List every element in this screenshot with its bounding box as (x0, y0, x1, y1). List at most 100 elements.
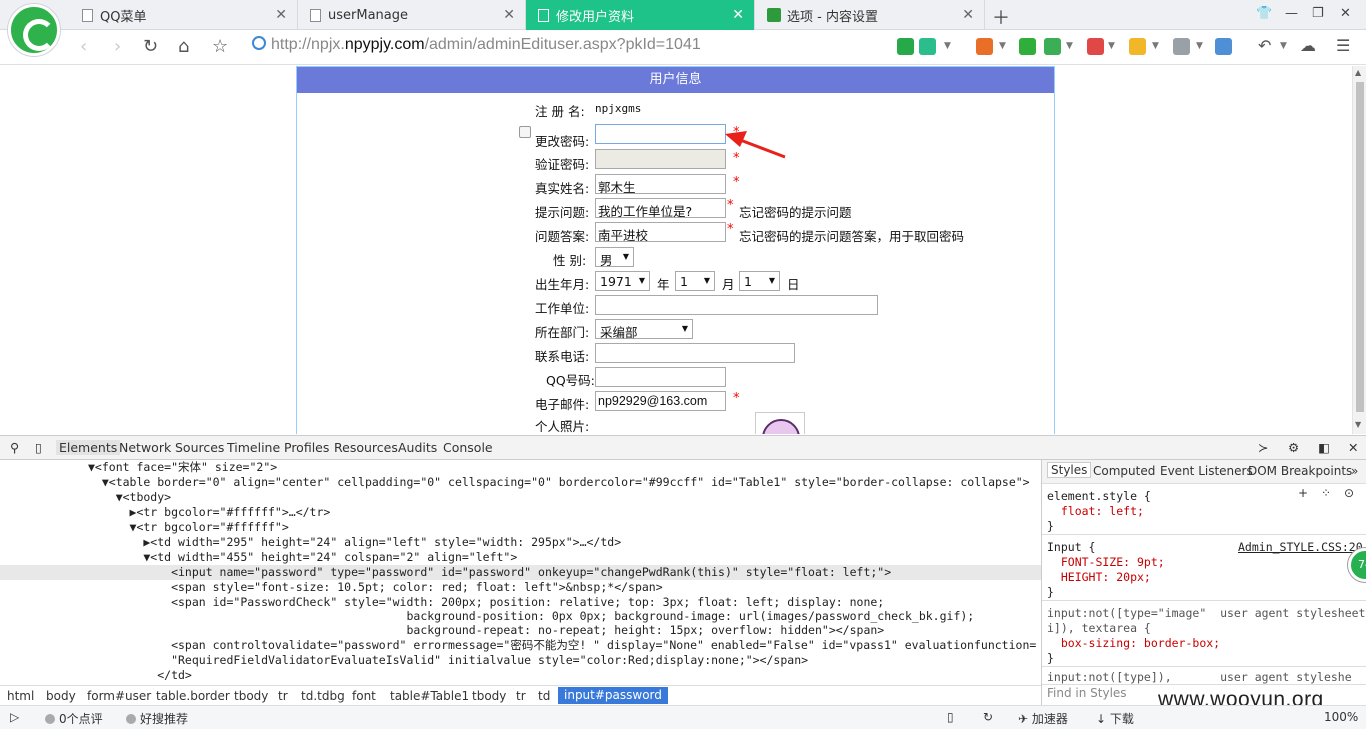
dom-line[interactable]: ▼<tr bgcolor="#ffffff"> (0, 520, 1041, 535)
chevron-down-icon[interactable]: ▼ (1108, 41, 1115, 51)
dom-line[interactable]: ▼<td width="455" height="24" colspan="2"… (0, 550, 1041, 565)
chevron-down-icon[interactable]: ▼ (1196, 41, 1203, 51)
app-grid-icon[interactable] (976, 38, 993, 55)
question-input[interactable]: 我的工作单位是? (595, 198, 726, 218)
search-icon[interactable] (1215, 38, 1232, 55)
address-bar[interactable]: http://npjx.npypjy.com/admin/adminEditus… (252, 36, 701, 54)
gender-select[interactable]: 男 (595, 247, 634, 268)
more-tabs-icon[interactable]: » (1351, 464, 1358, 478)
tab-styles[interactable]: Styles (1047, 462, 1092, 478)
crumb-item[interactable]: td (538, 689, 550, 703)
tab-console[interactable]: Console (443, 440, 493, 455)
scroll-down-icon[interactable]: ▼ (1355, 420, 1361, 429)
dom-line[interactable]: <span controltovalidate="password" error… (0, 638, 1041, 653)
download-button[interactable]: ↓ 下载 (1096, 710, 1134, 727)
crumb-item[interactable]: tr (516, 689, 526, 703)
device-mode-icon[interactable]: ▯ (35, 440, 42, 455)
gamepad-icon[interactable] (1173, 38, 1190, 55)
crumb-item-selected[interactable]: input#password (558, 687, 668, 704)
zoom-level[interactable]: 100% (1324, 710, 1358, 724)
tab-event-listeners[interactable]: Event Listeners (1160, 464, 1253, 478)
browser-logo-icon[interactable] (8, 4, 60, 56)
birth-day-select[interactable]: 1 (739, 271, 780, 291)
shirt-icon[interactable]: 👕 (1256, 6, 1272, 21)
tab-timeline[interactable]: Timeline (227, 440, 280, 455)
tab-edit-user[interactable]: 修改用户资料 ✕ (526, 0, 755, 30)
password-input[interactable] (595, 124, 726, 144)
dom-line[interactable]: ▼<table border="0" align="center" cellpa… (0, 475, 1041, 490)
close-icon[interactable]: ✕ (503, 7, 515, 23)
window-close-icon[interactable]: ✕ (1340, 6, 1351, 21)
bookmark-star-icon[interactable]: ☆ (212, 36, 228, 57)
shield-icon[interactable] (1044, 38, 1061, 55)
crumb-item[interactable]: body (46, 689, 76, 703)
style-rule-line[interactable]: Input { (1047, 540, 1095, 554)
home-icon[interactable]: ⌂ (178, 36, 189, 57)
crumb-item[interactable]: tr (278, 689, 288, 703)
forward-icon[interactable]: › (114, 36, 121, 57)
close-devtools-icon[interactable]: ✕ (1348, 440, 1358, 455)
page-scrollbar[interactable]: ▲ ▼ (1352, 66, 1366, 434)
realname-input[interactable]: 郭木生 (595, 174, 726, 194)
crumb-item[interactable]: html (7, 689, 34, 703)
ad-block-icon[interactable] (1087, 38, 1104, 55)
tab-audits[interactable]: Audits (398, 440, 437, 455)
email-input[interactable]: np92929@163.com (595, 391, 726, 411)
tab-profiles[interactable]: Profiles (284, 440, 329, 455)
dom-line[interactable]: <span id="PasswordCheck" style="width: 2… (0, 595, 1041, 610)
tab-elements[interactable]: Elements (56, 440, 121, 455)
close-icon[interactable]: ✕ (962, 7, 974, 23)
chevron-down-icon[interactable]: ▼ (1280, 41, 1287, 51)
style-source-link[interactable]: Admin_STYLE.CSS:20 (1238, 540, 1363, 554)
gear-icon[interactable]: ⚙ (1288, 440, 1299, 455)
menu-icon[interactable]: ☰ (1336, 36, 1350, 55)
reload-icon[interactable]: ↻ (143, 36, 158, 57)
workplace-input[interactable] (595, 295, 878, 315)
back-icon[interactable]: ‹ (80, 36, 87, 57)
crumb-item[interactable]: td.tdbg (301, 689, 345, 703)
answer-input[interactable]: 南平进校 (595, 222, 726, 242)
dom-line[interactable]: ▶<td width="295" height="24" align="left… (0, 535, 1041, 550)
dom-line[interactable]: "RequiredFieldValidatorEvaluateIsValid" … (0, 653, 1041, 668)
crumb-item[interactable]: font (352, 689, 376, 703)
element-state-icon[interactable]: ⁘ (1321, 486, 1331, 500)
crumb-item[interactable]: table.border (156, 689, 230, 703)
dom-line-selected[interactable]: <input name="password" type="password" i… (0, 565, 1041, 580)
chevron-down-icon[interactable]: ▼ (944, 41, 951, 51)
phone-input[interactable] (595, 343, 795, 363)
frog-icon[interactable] (1019, 38, 1036, 55)
new-rule-icon[interactable]: + (1298, 486, 1308, 500)
birth-year-select[interactable]: 1971 (595, 271, 650, 291)
tab-qq-menu[interactable]: QQ菜单 ✕ (70, 0, 298, 30)
sidebar-toggle-icon[interactable]: ▷ (10, 710, 19, 724)
tab-computed[interactable]: Computed (1093, 464, 1155, 478)
dom-line[interactable]: ▼<font face="宋体" size="2"> (0, 460, 1041, 475)
qq-input[interactable] (595, 367, 726, 387)
animation-icon[interactable]: ⊙ (1344, 486, 1354, 500)
tab-resources[interactable]: Resources (334, 440, 398, 455)
cloud-icon[interactable]: ☁ (1300, 36, 1316, 55)
dock-icon[interactable]: ◧ (1318, 440, 1330, 455)
dom-line[interactable]: background-position: 0px 0px; background… (0, 609, 1041, 624)
scroll-up-icon[interactable]: ▲ (1355, 68, 1361, 77)
dom-line[interactable]: ▼<tbody> (0, 490, 1041, 505)
confirm-password-input[interactable] (595, 149, 726, 169)
comments-status[interactable]: 0个点评 (45, 710, 103, 727)
qr-code-icon[interactable] (897, 38, 914, 55)
dom-line[interactable]: background-repeat: no-repeat; height: 15… (0, 623, 1041, 638)
style-property[interactable]: HEIGHT: 20px; (1047, 570, 1151, 584)
close-icon[interactable]: ✕ (732, 7, 744, 23)
birth-month-select[interactable]: 1 (675, 271, 715, 291)
restore-icon[interactable]: ❐ (1312, 6, 1324, 21)
recommend-status[interactable]: 好搜推荐 (126, 710, 188, 727)
change-password-checkbox[interactable] (519, 126, 531, 138)
tab-sources[interactable]: Sources (175, 440, 224, 455)
tab-usermanage[interactable]: userManage ✕ (298, 0, 526, 30)
close-icon[interactable]: ✕ (275, 7, 287, 23)
console-drawer-icon[interactable]: ≻ (1258, 440, 1268, 455)
crumb-item[interactable]: tbody (472, 689, 506, 703)
department-select[interactable]: 采编部 (595, 319, 693, 340)
style-property[interactable]: FONT-SIZE: 9pt; (1047, 555, 1165, 569)
tab-dom-breakpoints[interactable]: DOM Breakpoints (1248, 464, 1352, 478)
style-rule-line[interactable]: element.style { (1047, 489, 1151, 503)
